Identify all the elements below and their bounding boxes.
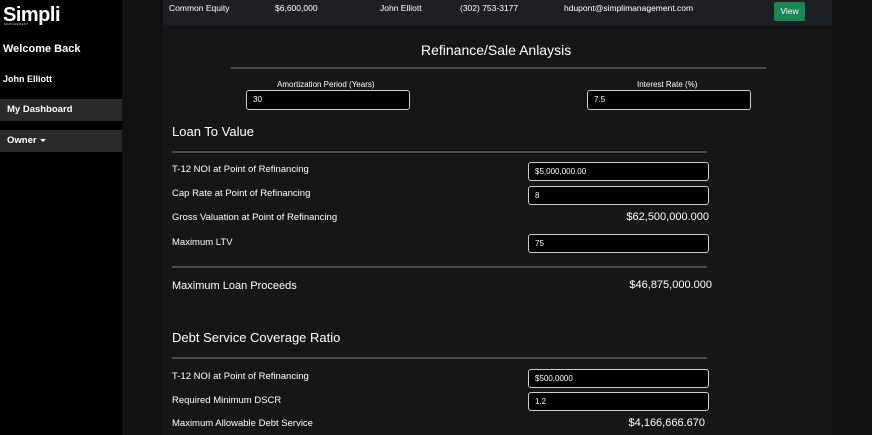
ltv-noi-input[interactable]: $5,000,000.00 — [528, 162, 709, 181]
nav-my-dashboard[interactable]: My Dashboard — [0, 99, 122, 121]
interest-rate-input[interactable]: 7.5 — [587, 90, 751, 110]
ltv-divider — [172, 151, 707, 153]
cap-rate-label: Cap Rate at Point of Refinancing — [172, 188, 311, 199]
max-ltv-input[interactable]: 75 — [528, 234, 709, 253]
record-equity-type: Common Equity — [169, 3, 230, 13]
max-loan-proceeds-label: Maximum Loan Proceeds — [172, 280, 297, 292]
min-dscr-label: Required Minimum DSCR — [172, 395, 282, 406]
amortization-label: Amortization Period (Years) — [277, 80, 375, 89]
caret-down-icon — [39, 138, 46, 142]
dscr-noi-label: T-12 NOI at Point of Refinancing — [172, 371, 309, 382]
brand-logo-subtitle: MANAGEMENT — [4, 22, 29, 26]
max-loan-proceeds-value: $46,875,000.000 — [629, 279, 712, 291]
record-email: hdupont@simplimanagement.com — [564, 3, 694, 13]
dscr-divider — [172, 357, 707, 359]
record-amount: $6,600,000 — [275, 3, 318, 13]
interest-rate-label: Interest Rate (%) — [637, 80, 698, 89]
max-debt-service-value: $4,166,666.670 — [628, 417, 705, 429]
max-ltv-label: Maximum LTV — [172, 237, 233, 248]
gross-valuation-value: $62,500,000.000 — [626, 211, 709, 223]
ltv-heading: Loan To Value — [172, 124, 254, 139]
gross-valuation-label: Gross Valuation at Point of Refinancing — [172, 212, 338, 223]
ltv-total-divider — [172, 266, 707, 268]
sidebar: Simpli MANAGEMENT Welcome Back John Elli… — [0, 0, 122, 435]
max-debt-service-label: Maximum Allowable Debt Service — [172, 418, 313, 429]
min-dscr-input[interactable]: 1.2 — [528, 392, 709, 411]
welcome-text: Welcome Back — [3, 43, 81, 55]
ltv-noi-label: T-12 NOI at Point of Refinancing — [172, 164, 309, 175]
nav-my-dashboard-label: My Dashboard — [7, 104, 73, 115]
user-name: John Elliott — [3, 74, 52, 84]
dscr-noi-input[interactable]: $500,0000 — [528, 369, 709, 388]
title-divider — [231, 67, 766, 69]
nav-owner-dropdown[interactable]: Owner — [0, 130, 122, 152]
amortization-input[interactable]: 30 — [246, 90, 410, 110]
nav-owner-label: Owner — [7, 135, 37, 146]
page-title: Refinance/Sale Anlaysis — [421, 42, 572, 58]
dscr-heading: Debt Service Coverage Ratio — [172, 330, 341, 345]
view-button[interactable]: View — [774, 2, 805, 21]
record-contact: John Elliott — [380, 3, 422, 13]
cap-rate-input[interactable]: 8 — [528, 186, 709, 205]
record-phone: (302) 753-3177 — [460, 3, 519, 13]
